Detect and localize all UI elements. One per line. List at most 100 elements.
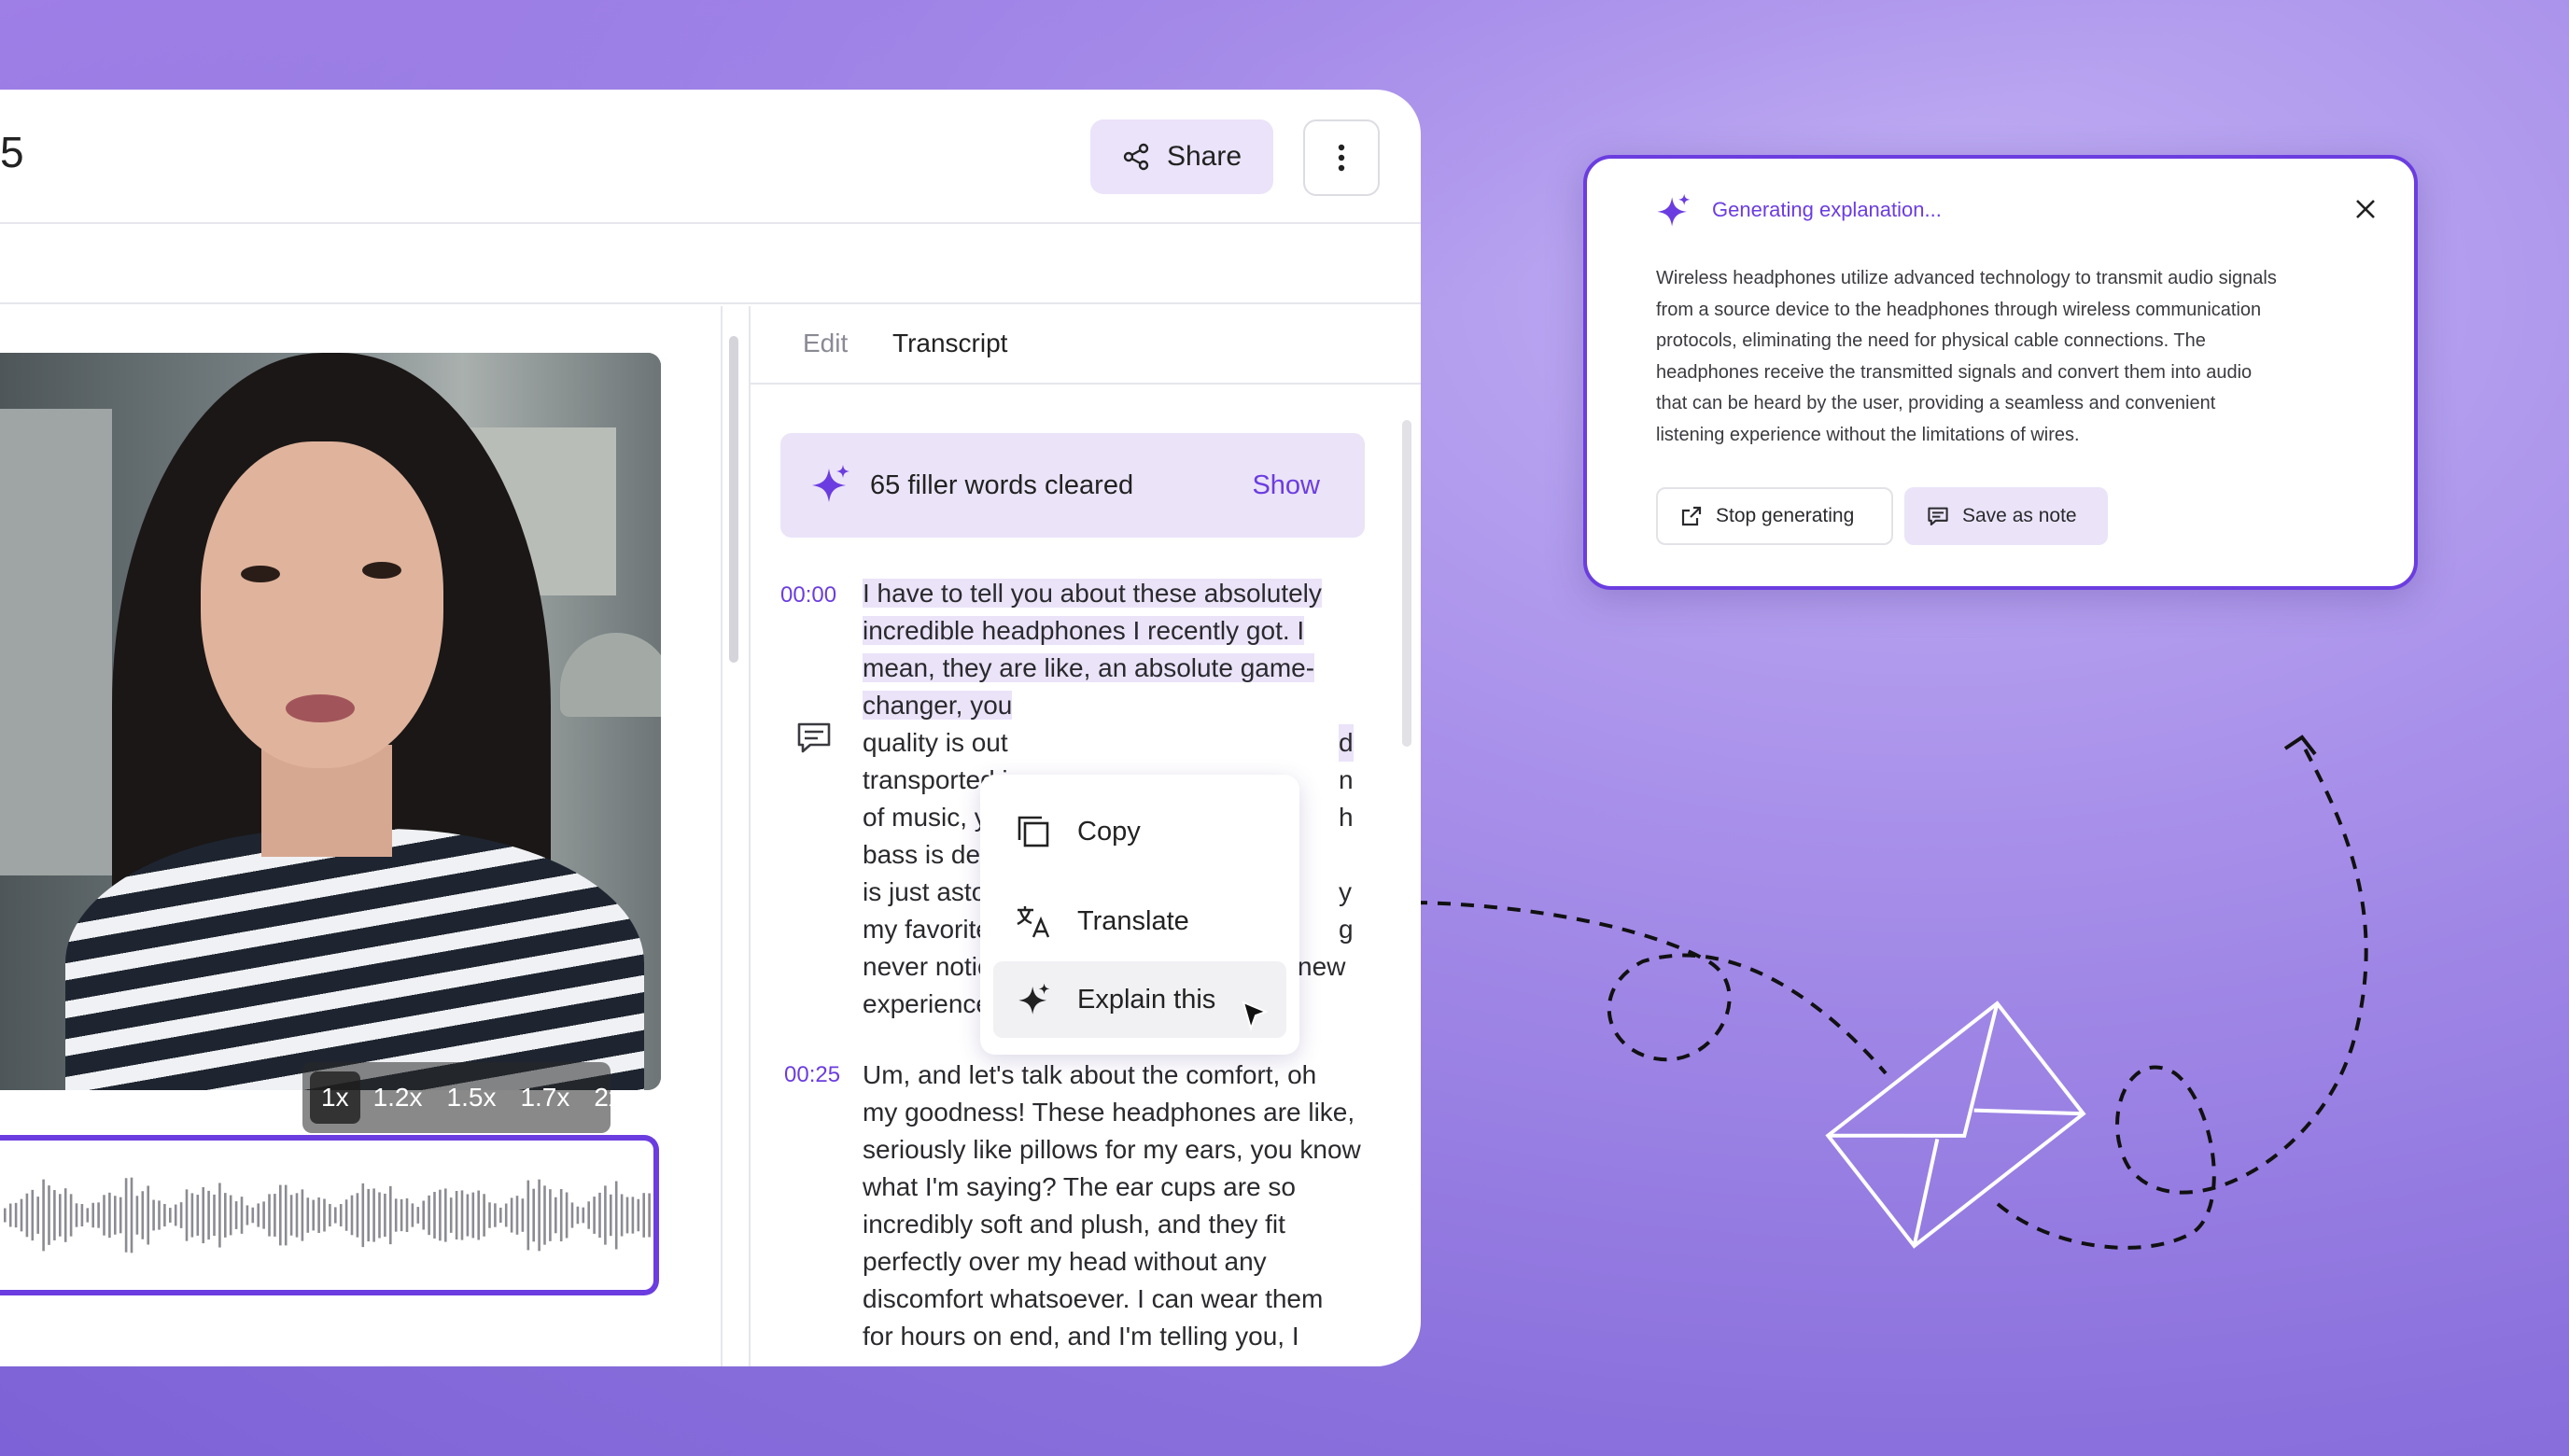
speed-1-2x[interactable]: 1.2x [362, 1071, 434, 1124]
waveform-bar [135, 1196, 139, 1235]
more-options-button[interactable] [1303, 119, 1380, 196]
transcript-fragment: n [1339, 765, 1354, 794]
waveform-bar [598, 1192, 601, 1239]
filler-show-link[interactable]: Show [1252, 470, 1320, 501]
waveform-bar [163, 1203, 166, 1227]
waveform-bar [141, 1191, 145, 1239]
transcript-scrollbar[interactable] [1402, 420, 1411, 747]
more-vertical-icon [1338, 144, 1345, 172]
transcript-line: Um, and let's talk about the comfort, oh [863, 1060, 1317, 1089]
waveform-bar [20, 1198, 23, 1232]
scrollbar[interactable] [729, 336, 738, 663]
waveform-bar [48, 1185, 50, 1245]
waveform-bar [158, 1200, 161, 1230]
waveform-bars [4, 1177, 651, 1253]
transcript-line: for hours on end, and I'm telling you, I [863, 1322, 1299, 1351]
waveform-bar [543, 1185, 546, 1245]
waveform-bar [251, 1207, 255, 1224]
menu-item-label: Copy [1077, 816, 1141, 847]
note-icon [1928, 507, 1948, 526]
waveform-bar [174, 1204, 177, 1226]
panel-tabs: Edit Transcript [751, 306, 1421, 385]
waveform-bar [367, 1188, 370, 1242]
highlighted-text[interactable]: mean, they are like, an absolute game- [863, 653, 1315, 682]
waveform-bar [384, 1193, 386, 1238]
save-as-note-button[interactable]: Save as note [1904, 487, 2108, 545]
waveform-bar [185, 1189, 189, 1241]
tab-edit[interactable]: Edit [803, 329, 848, 358]
audio-waveform[interactable] [0, 1135, 659, 1295]
waveform-bar [36, 1197, 39, 1234]
waveform-bar [274, 1194, 276, 1237]
waveform-bar [262, 1201, 265, 1229]
waveform-bar [124, 1178, 128, 1253]
waveform-bar [207, 1190, 210, 1240]
stop-icon [1681, 506, 1702, 526]
video-player[interactable] [0, 353, 661, 1090]
divider [749, 306, 751, 1366]
envelope-icon [1825, 1001, 2086, 1249]
transcript-line: quality is out [863, 728, 1008, 757]
waveform-bar [329, 1203, 331, 1227]
waveform-bar [86, 1208, 90, 1223]
sparkle-icon [812, 465, 849, 502]
waveform-bar [59, 1194, 62, 1237]
toolbar-row [0, 224, 1421, 304]
menu-item-translate[interactable]: Translate [993, 883, 1286, 959]
waveform-bar [372, 1188, 375, 1242]
waveform-bar [499, 1207, 502, 1224]
waveform-bar [422, 1200, 425, 1230]
waveform-bar [91, 1202, 94, 1228]
share-button[interactable]: Share [1090, 119, 1273, 194]
waveform-bar [196, 1195, 200, 1236]
sparkle-icon [1657, 193, 1691, 227]
waveform-bar [559, 1189, 563, 1241]
person-shirt [65, 829, 644, 1090]
waveform-bar [460, 1190, 464, 1240]
waveform-bar [301, 1189, 304, 1241]
waveform-bar [510, 1197, 513, 1233]
timestamp[interactable]: 00:00 [780, 582, 836, 609]
waveform-bar [152, 1199, 155, 1231]
explanation-popup: Generating explanation... Wireless headp… [1583, 155, 2418, 590]
transcript-paragraph: Um, and let's talk about the comfort, oh… [863, 1057, 1367, 1355]
waveform-bar [400, 1198, 403, 1232]
highlighted-text[interactable]: changer, you [863, 691, 1013, 720]
menu-item-label: Translate [1077, 905, 1189, 936]
waveform-bar [582, 1207, 585, 1224]
speed-2x[interactable]: 2x [583, 1071, 633, 1124]
menu-item-copy[interactable]: Copy [993, 793, 1286, 870]
bookshelf [0, 409, 112, 875]
translate-icon [1014, 902, 1053, 941]
waveform-bar [312, 1199, 315, 1231]
timestamp[interactable]: 00:25 [784, 1062, 840, 1088]
speed-1x[interactable]: 1x [310, 1071, 360, 1124]
waveform-bar [202, 1186, 204, 1244]
transcript-line: discomfort whatsoever. I can wear them [863, 1284, 1324, 1313]
share-icon [1123, 143, 1149, 171]
tab-transcript[interactable]: Transcript [892, 329, 1007, 358]
speed-1-7x[interactable]: 1.7x [509, 1071, 581, 1124]
waveform-bar [471, 1192, 475, 1239]
waveform-bar [576, 1206, 580, 1225]
highlighted-text[interactable]: I have to tell you about these absolutel… [863, 579, 1322, 608]
highlighted-text[interactable]: incredible headphones I recently got. I [863, 616, 1305, 645]
playback-speed-bar: 1x 1.2x 1.5x 1.7x 2x [302, 1062, 622, 1133]
waveform-bar [433, 1192, 436, 1239]
waveform-bar [625, 1197, 629, 1234]
waveform-bar [526, 1180, 530, 1251]
speed-1-5x[interactable]: 1.5x [436, 1071, 508, 1124]
comment-icon[interactable] [795, 719, 833, 756]
share-label: Share [1166, 141, 1242, 172]
waveform-bar [532, 1188, 535, 1242]
stop-generating-button[interactable]: Stop generating [1656, 487, 1893, 545]
transcript-line: incredibly soft and plush, and they fit [863, 1210, 1285, 1239]
person-eye-right [362, 562, 401, 579]
waveform-bar [604, 1185, 607, 1245]
explanation-line: listening experience without the limitat… [1656, 424, 2080, 445]
waveform-bar [565, 1192, 569, 1239]
close-icon[interactable] [2354, 198, 2377, 220]
transcript-line: my goodness! These headphones are like, [863, 1098, 1355, 1127]
waveform-bar [483, 1194, 485, 1237]
transcript-fragment: y [1339, 877, 1352, 906]
